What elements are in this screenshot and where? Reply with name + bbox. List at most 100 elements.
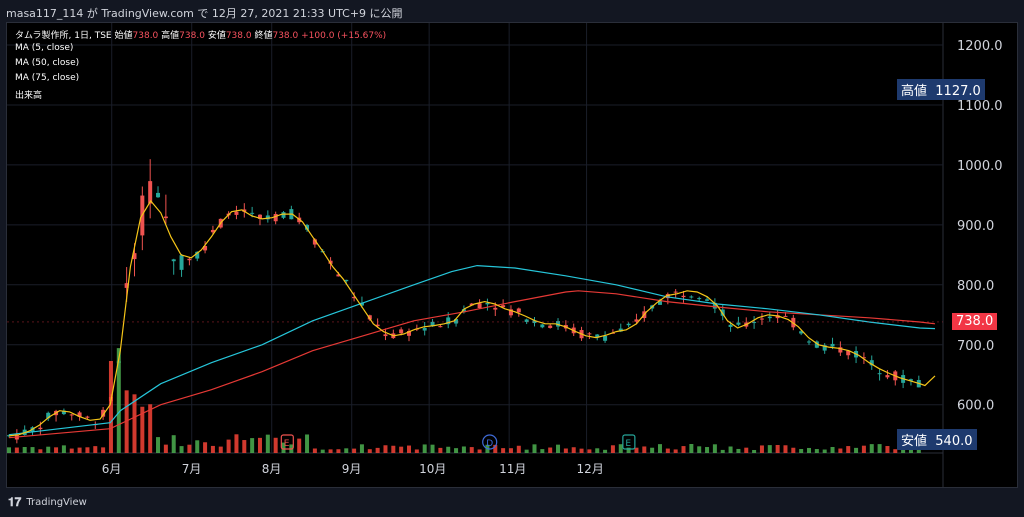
volume-bar xyxy=(556,444,561,453)
volume-bar xyxy=(163,444,168,453)
volume-bar xyxy=(430,444,435,453)
volume-bar xyxy=(665,448,670,453)
candle-body xyxy=(516,308,521,313)
chart-frame[interactable]: 1200.0 1100.0 1000.0 900.0 800.0 700.0 600.0 6月… xyxy=(6,22,1018,488)
volume-bar xyxy=(783,445,788,453)
volume-bar xyxy=(61,445,66,453)
volume-bar xyxy=(846,446,851,453)
candlestick-chart[interactable]: 1200.0 1100.0 1000.0 900.0 800.0 700.0 600.0 6月… xyxy=(7,23,1018,488)
volume-bar xyxy=(242,440,247,453)
volume-bar xyxy=(563,448,568,453)
month-tick-label: 10月 xyxy=(419,462,446,476)
volume-bar xyxy=(454,448,459,453)
volume-bar xyxy=(352,448,357,453)
price-tick-label: 900.0 xyxy=(957,219,994,234)
volume-bar xyxy=(101,447,106,453)
volume-bar xyxy=(257,437,262,453)
candle-body xyxy=(830,343,835,347)
volume-bar xyxy=(250,438,255,453)
candle-body xyxy=(697,298,702,300)
candle-body xyxy=(689,296,694,298)
volume-bar xyxy=(618,444,623,453)
volume-bar xyxy=(799,449,804,453)
legend-change: +100.0 (+15.67%) xyxy=(301,31,387,41)
candle-body xyxy=(179,255,184,270)
volume-bar xyxy=(697,446,702,453)
candle-body xyxy=(626,323,631,326)
volume-bar xyxy=(571,447,576,453)
legend-ma5: MA (5, close) xyxy=(15,43,74,53)
candle-body xyxy=(681,295,686,298)
volume-bar xyxy=(712,444,717,453)
volume-bar xyxy=(501,448,506,453)
volume-bar xyxy=(814,449,819,453)
candle-body xyxy=(767,316,772,319)
low-label: 安値 xyxy=(901,434,928,449)
volume-bar xyxy=(673,449,678,453)
candle-body xyxy=(281,212,286,218)
candle-body xyxy=(383,334,388,337)
volume-bar xyxy=(414,449,419,453)
ma5-line xyxy=(8,199,936,437)
volume-bar xyxy=(367,449,372,453)
volume-bar xyxy=(516,445,521,453)
candle-body xyxy=(885,375,890,378)
month-tick-label: 7月 xyxy=(182,462,202,476)
volume-bar xyxy=(22,447,27,453)
price-tick-label: 1000.0 xyxy=(957,159,1003,174)
volume-bar xyxy=(7,447,11,453)
volume-bar xyxy=(305,434,310,453)
candle-body xyxy=(234,211,239,215)
volume-bar xyxy=(728,446,733,453)
candle-body xyxy=(759,318,764,320)
volume-bar xyxy=(195,440,200,453)
volume-bar xyxy=(328,449,333,453)
candle-body xyxy=(728,324,733,327)
volume-bar xyxy=(210,445,215,453)
month-tick-label: 11月 xyxy=(499,462,526,476)
month-tick-label: 9月 xyxy=(342,462,362,476)
volume-bar xyxy=(108,360,113,453)
candle-body xyxy=(807,341,812,343)
volume-bar xyxy=(744,447,749,453)
volume-bar xyxy=(226,439,231,453)
volume-bar xyxy=(234,434,239,453)
volume-bar xyxy=(705,447,710,453)
candle-body xyxy=(673,291,678,293)
volume-bar xyxy=(477,449,482,453)
month-tick-label: 12月 xyxy=(577,462,604,476)
legend-low: 738.0 xyxy=(225,31,252,41)
low-price-tag: 安値 540.0 xyxy=(897,429,977,450)
candle-body xyxy=(187,258,192,261)
volume-bar xyxy=(69,448,74,453)
volume-bar xyxy=(657,444,662,453)
publish-caption: masa117_114 が TradingView.com で 12月 27, … xyxy=(6,7,403,20)
candle-body xyxy=(156,192,161,198)
candle-body xyxy=(705,299,710,301)
last-price-tag: 738.0 xyxy=(952,313,998,330)
volume-bar xyxy=(336,449,341,453)
event-marker-label: E xyxy=(625,439,631,449)
ma75-line xyxy=(8,290,936,439)
month-tick-label: 8月 xyxy=(262,462,282,476)
volume-bar xyxy=(759,445,764,453)
volume-bar xyxy=(461,446,466,453)
candle-body xyxy=(422,327,427,331)
volume-bar xyxy=(869,444,874,453)
volume-bar xyxy=(407,445,412,453)
price-tick-label: 600.0 xyxy=(957,399,994,414)
volume-bar xyxy=(446,446,451,453)
volume-bar xyxy=(885,446,890,453)
volume-bar xyxy=(203,442,208,453)
price-tick-label: 800.0 xyxy=(957,279,994,294)
candle-body xyxy=(38,427,43,430)
volume-bar xyxy=(822,449,827,453)
volume-bar xyxy=(148,404,153,453)
volume-bar xyxy=(85,447,90,453)
volume-bar xyxy=(861,445,866,453)
candle-body xyxy=(587,333,592,335)
volume-bar xyxy=(383,445,388,453)
candle-body xyxy=(477,303,482,309)
volume-bar xyxy=(132,394,137,453)
footer: 𝟏𝟕 TradingView xyxy=(8,495,87,510)
